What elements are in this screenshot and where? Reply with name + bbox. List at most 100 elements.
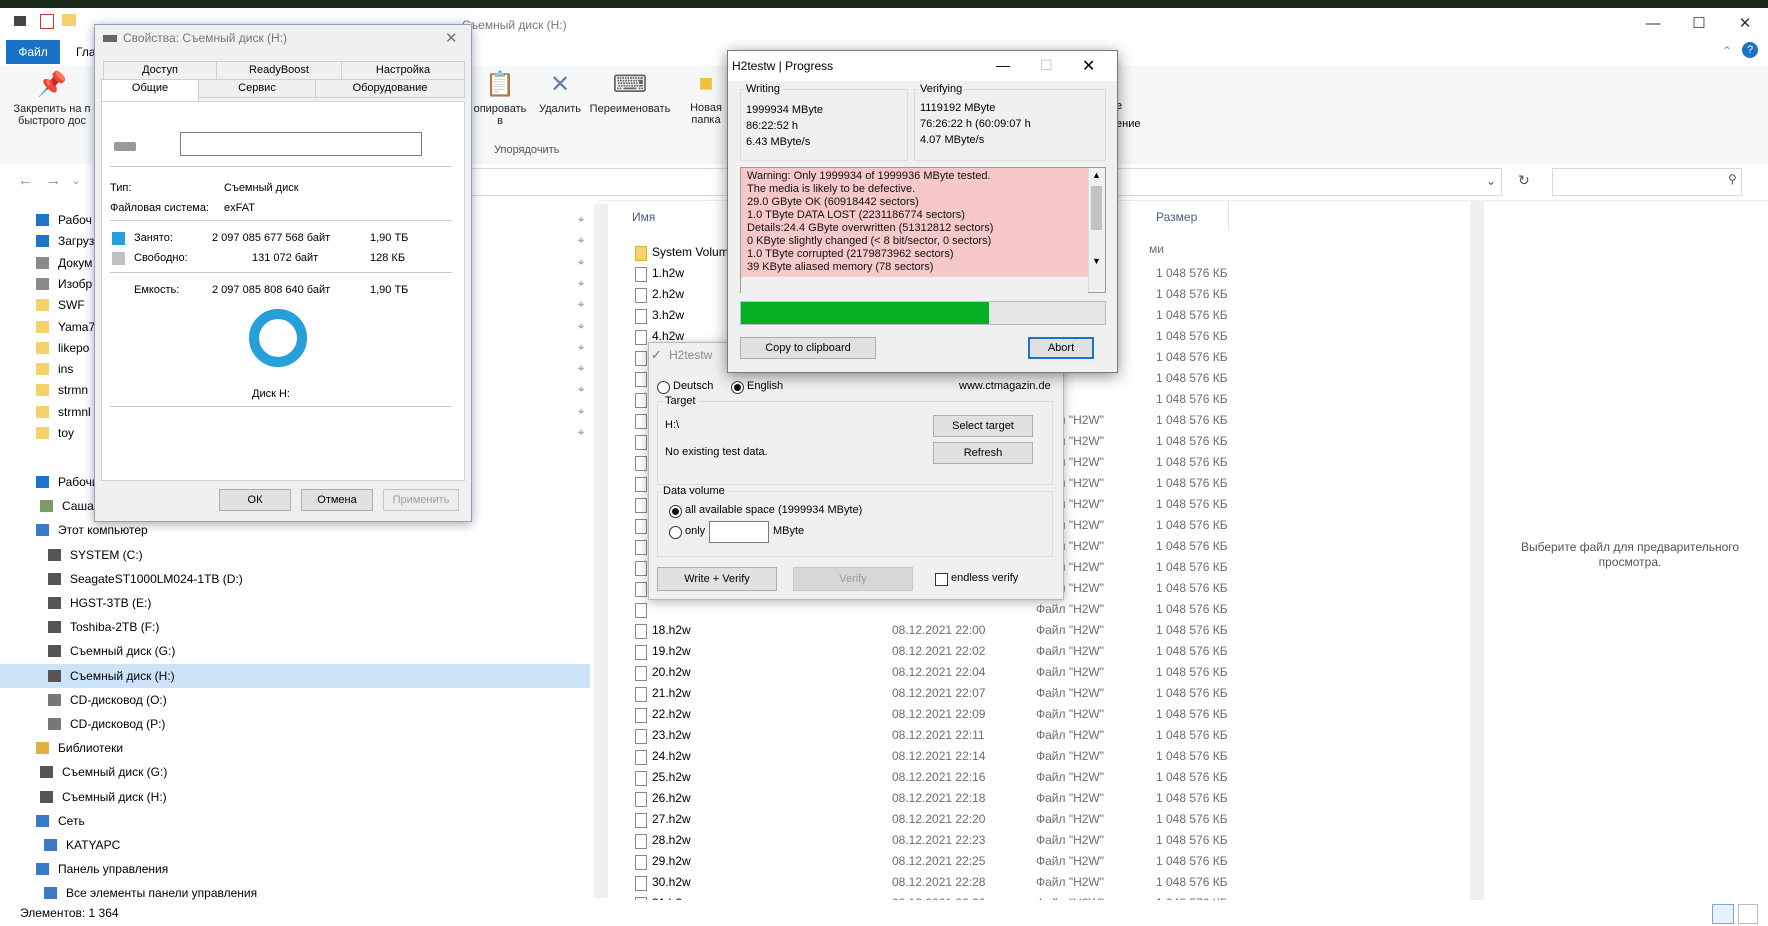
lang-deutsch-radio[interactable] [657, 381, 670, 394]
file-icon [635, 309, 647, 324]
nav-scrollbar[interactable] [594, 204, 608, 898]
scroll-down-icon[interactable]: ▼ [1092, 256, 1101, 266]
search-input[interactable] [1552, 168, 1742, 196]
minimize-button[interactable]: — [1630, 8, 1676, 40]
search-icon[interactable]: ⚲ [1728, 172, 1737, 186]
file-row[interactable]: 24.h2w 08.12.2021 22:14 Файл "H2W" 1 048 57… [624, 746, 1474, 767]
file-row[interactable]: 28.h2w 08.12.2021 22:23 Файл "H2W" 1 048 57… [624, 830, 1474, 851]
write-verify-button[interactable]: Write + Verify [657, 567, 777, 591]
tree-item[interactable]: KATYAPC [0, 833, 590, 857]
properties-check-icon[interactable] [40, 14, 54, 29]
file-row[interactable]: 18.h2w 08.12.2021 22:00 Файл "H2W" 1 048 57… [624, 620, 1474, 641]
minimize-button[interactable]: — [996, 57, 1010, 73]
filelist-scrollbar[interactable] [1470, 200, 1484, 900]
tab-general[interactable]: Общие [101, 79, 199, 103]
lang-deutsch-label[interactable]: Deutsch [673, 380, 713, 392]
only-label[interactable]: only [685, 525, 705, 537]
tree-item[interactable]: HGST-3TB (E:) [0, 591, 590, 615]
tree-item[interactable]: Съемный диск (H:) [0, 785, 590, 809]
file-row[interactable]: Файл "H2W" 1 048 576 КБ [624, 599, 1474, 620]
ribbon-collapse-icon[interactable]: ⌃ [1722, 44, 1732, 58]
copy-to-clipboard-button[interactable]: Copy to clipboard [740, 337, 876, 359]
progress-title: H2testw | Progress [732, 59, 834, 73]
close-icon[interactable]: ✕ [445, 29, 458, 47]
folder-icon[interactable] [62, 14, 76, 26]
tree-item[interactable]: Съемный диск (H:) [0, 663, 590, 688]
file-type: Файл "H2W" [1036, 770, 1105, 784]
select-target-button[interactable]: Select target [933, 415, 1033, 437]
tree-item[interactable]: SeagateST1000LM024-1TB (D:) [0, 567, 590, 591]
close-button[interactable]: ✕ [1082, 56, 1095, 76]
scroll-thumb[interactable] [1091, 186, 1102, 230]
tree-item[interactable]: CD-дисковод (O:) [0, 688, 590, 712]
pin-icon[interactable]: ⌖ [578, 421, 584, 445]
details-view-icon[interactable] [1712, 904, 1734, 924]
tab-readyboost[interactable]: ReadyBoost [216, 61, 342, 80]
back-arrow-icon[interactable]: ← [18, 172, 33, 189]
endless-verify-checkbox[interactable] [935, 573, 948, 586]
abort-button[interactable]: Abort [1028, 337, 1094, 359]
large-icons-view-icon[interactable] [1738, 904, 1758, 924]
tree-item[interactable]: Библиотеки [0, 736, 590, 760]
tab-file[interactable]: Файл [6, 40, 60, 64]
only-mbyte-input[interactable] [709, 521, 769, 543]
result-warning-box[interactable]: ▲ ▼ Warning: Only 1999934 of 1999936 MBy… [740, 167, 1106, 293]
apply-button[interactable]: Применить [383, 489, 459, 511]
file-row[interactable]: 29.h2w 08.12.2021 22:25 Файл "H2W" 1 048 57… [624, 851, 1474, 872]
file-type: Файл "H2W" [1036, 875, 1105, 889]
file-row[interactable]: 25.h2w 08.12.2021 22:16 Файл "H2W" 1 048 57… [624, 767, 1474, 788]
tab-home[interactable]: Гла [76, 45, 96, 59]
file-row[interactable]: 30.h2w 08.12.2021 22:28 Файл "H2W" 1 048 57… [624, 872, 1474, 893]
file-row[interactable]: 26.h2w 08.12.2021 22:18 Файл "H2W" 1 048 57… [624, 788, 1474, 809]
lang-english-label[interactable]: English [747, 380, 783, 392]
file-row[interactable]: 20.h2w 08.12.2021 22:04 Файл "H2W" 1 048 57… [624, 662, 1474, 683]
tree-item[interactable]: Съемный диск (G:) [0, 760, 590, 784]
file-row[interactable]: 19.h2w 08.12.2021 22:02 Файл "H2W" 1 048 57… [624, 641, 1474, 662]
rename-button[interactable]: ⌨ Переименовать [588, 70, 672, 115]
only-radio[interactable] [669, 526, 682, 539]
file-row[interactable]: 27.h2w 08.12.2021 22:20 Файл "H2W" 1 048 57… [624, 809, 1474, 830]
tree-item[interactable]: Панель управления [0, 857, 590, 881]
file-size: 1 048 576 КБ [1156, 749, 1228, 763]
help-icon[interactable]: ? [1742, 42, 1758, 58]
lang-english-radio[interactable] [731, 381, 744, 394]
file-row[interactable]: 22.h2w 08.12.2021 22:09 Файл "H2W" 1 048 57… [624, 704, 1474, 725]
all-space-radio[interactable] [669, 505, 682, 518]
volume-label-input[interactable] [180, 132, 422, 156]
delete-button[interactable]: ✕ Удалить [536, 70, 584, 115]
tab-tools[interactable]: Сервис [198, 79, 316, 98]
endless-verify-label[interactable]: endless verify [951, 572, 1018, 584]
verify-button[interactable]: Verify [793, 567, 913, 591]
warning-hscrollbar[interactable] [741, 276, 1088, 293]
tree-item[interactable]: Сеть [0, 809, 590, 833]
new-folder-button[interactable]: ■ Новая папка [686, 70, 726, 126]
warning-scrollbar[interactable]: ▲ ▼ [1088, 168, 1105, 292]
site-link[interactable]: www.ctmagazin.de [959, 380, 1051, 392]
ok-button[interactable]: ОК [219, 489, 291, 511]
pin-quick-access-button[interactable]: 📌 Закрепить на п быстрого дос [10, 70, 94, 127]
file-row[interactable]: 21.h2w 08.12.2021 22:07 Файл "H2W" 1 048 57… [624, 683, 1474, 704]
tab-hardware[interactable]: Оборудование [315, 79, 465, 98]
tab-access[interactable]: Доступ [103, 61, 217, 80]
tree-item[interactable]: Съемный диск (G:) [0, 639, 590, 663]
copy-to-button[interactable]: 📋 опировать в [470, 70, 530, 127]
scroll-up-icon[interactable]: ▲ [1092, 170, 1101, 180]
close-button[interactable]: ✕ [1722, 8, 1768, 40]
column-size[interactable]: Размер [1156, 210, 1197, 224]
refresh-button[interactable]: Refresh [933, 442, 1033, 464]
file-row[interactable]: 23.h2w 08.12.2021 22:11 Файл "H2W" 1 048 57… [624, 725, 1474, 746]
address-dropdown-icon[interactable]: ⌄ [1486, 174, 1496, 188]
tab-customize[interactable]: Настройка [341, 61, 465, 80]
cancel-button[interactable]: Отмена [301, 489, 373, 511]
tree-item[interactable]: CD-дисковод (P:) [0, 712, 590, 736]
forward-arrow-icon[interactable]: → [46, 172, 61, 189]
maximize-button[interactable]: ☐ [1676, 8, 1722, 40]
column-name[interactable]: Имя [632, 210, 655, 224]
tree-item[interactable]: Toshiba-2TB (F:) [0, 615, 590, 639]
column-divider[interactable] [1228, 200, 1229, 230]
tree-item[interactable]: SYSTEM (C:) [0, 543, 590, 567]
recent-chevron-icon[interactable]: ⌄ [72, 176, 80, 187]
refresh-icon[interactable]: ↻ [1518, 172, 1530, 189]
file-icon [635, 750, 647, 765]
all-space-label[interactable]: all available space (1999934 MByte) [685, 504, 862, 516]
